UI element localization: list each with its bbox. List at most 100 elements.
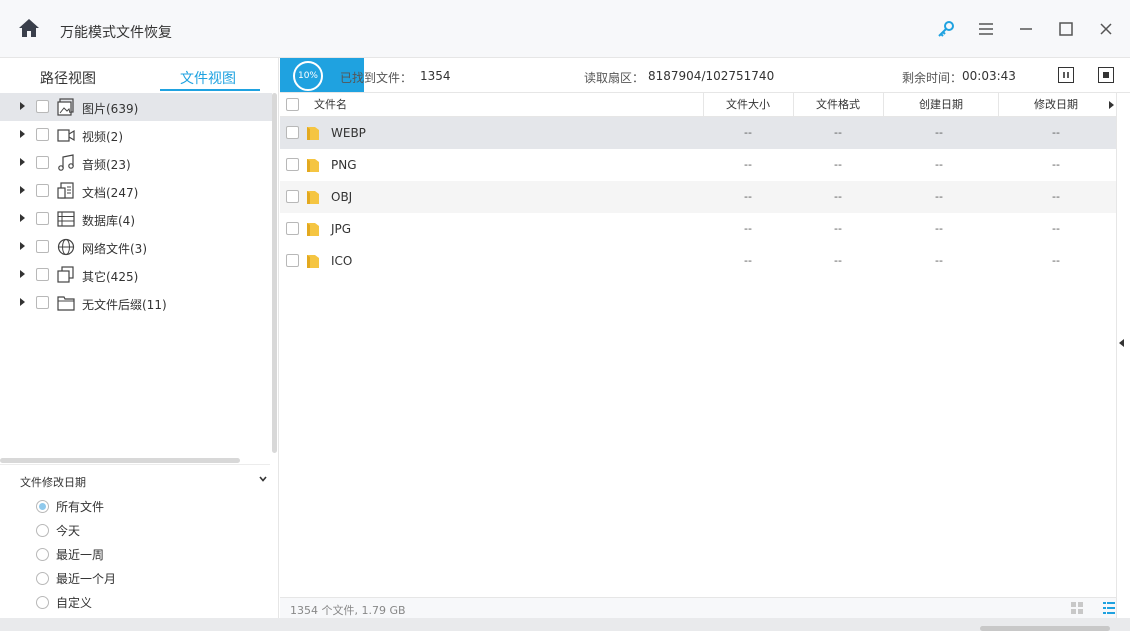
tree-item-documents[interactable]: 文档(247) — [0, 177, 272, 205]
file-modified: -- — [1052, 222, 1060, 235]
column-header-size[interactable]: 文件大小 — [726, 93, 770, 117]
column-divider[interactable] — [793, 93, 794, 117]
home-icon[interactable] — [18, 18, 40, 38]
expand-caret-icon[interactable] — [20, 186, 25, 194]
column-divider[interactable] — [703, 93, 704, 117]
tree-checkbox[interactable] — [36, 156, 49, 169]
radio-label: 今天 — [56, 523, 81, 538]
chevron-down-icon[interactable] — [258, 474, 268, 484]
document-icon — [57, 182, 74, 199]
radio-last-week[interactable]: 最近一周 — [36, 544, 104, 564]
table-row[interactable]: JPG -- -- -- -- — [280, 213, 1116, 245]
column-divider[interactable] — [998, 93, 999, 117]
column-header-name[interactable]: 文件名 — [314, 93, 347, 117]
column-header-created[interactable]: 创建日期 — [919, 93, 963, 117]
filter-title[interactable]: 文件修改日期 — [20, 474, 86, 490]
row-checkbox[interactable] — [286, 222, 299, 235]
tree-item-video[interactable]: 视频(2) — [0, 121, 272, 149]
column-header-modified[interactable]: 修改日期 — [1034, 93, 1078, 117]
tree-item-other[interactable]: 其它(425) — [0, 261, 272, 289]
tree-checkbox[interactable] — [36, 212, 49, 225]
file-summary: 1354 个文件, 1.79 GB — [290, 604, 406, 617]
close-icon — [1100, 23, 1112, 35]
expand-caret-icon[interactable] — [20, 102, 25, 110]
found-files-label: 已找到文件： — [340, 71, 413, 85]
radio-button[interactable] — [36, 571, 49, 585]
tree-checkbox[interactable] — [36, 296, 49, 309]
table-row[interactable]: WEBP -- -- -- -- — [280, 117, 1116, 149]
folder-icon — [307, 255, 319, 268]
column-header-format[interactable]: 文件格式 — [816, 93, 860, 117]
found-files-value: 1354 — [420, 69, 451, 83]
radio-all-files[interactable]: 所有文件 — [36, 496, 104, 516]
radio-button[interactable] — [36, 523, 49, 537]
database-icon — [57, 211, 75, 227]
radio-button[interactable] — [36, 547, 49, 561]
stop-button[interactable] — [1098, 67, 1114, 83]
tree-checkbox[interactable] — [36, 184, 49, 197]
expand-left-icon[interactable] — [1119, 339, 1124, 347]
radio-last-month[interactable]: 最近一个月 — [36, 568, 116, 588]
close-button[interactable] — [1095, 18, 1117, 40]
row-checkbox[interactable] — [286, 158, 299, 171]
divider — [0, 464, 270, 465]
view-tabs: 路径视图 文件视图 — [0, 58, 278, 93]
expand-caret-icon[interactable] — [20, 214, 25, 222]
tree-horizontal-scrollbar[interactable] — [0, 458, 240, 463]
table-row[interactable]: ICO -- -- -- -- — [280, 245, 1116, 277]
folder-icon — [307, 223, 319, 236]
radio-today[interactable]: 今天 — [36, 520, 80, 540]
row-checkbox[interactable] — [286, 190, 299, 203]
table-row[interactable]: PNG -- -- -- -- — [280, 149, 1116, 181]
preview-panel-toggle[interactable] — [1116, 93, 1130, 618]
tree-checkbox[interactable] — [36, 100, 49, 113]
row-checkbox[interactable] — [286, 126, 299, 139]
folder-outline-icon — [57, 296, 75, 311]
tree-item-no-extension[interactable]: 无文件后缀(11) — [0, 289, 272, 317]
left-panel: 路径视图 文件视图 图片(639) 视频(2) 音频(23) 文档(247) 数… — [0, 58, 279, 618]
row-checkbox[interactable] — [286, 254, 299, 267]
tab-path-view[interactable]: 路径视图 — [40, 68, 96, 88]
maximize-button[interactable] — [1055, 18, 1077, 40]
tree-item-database[interactable]: 数据库(4) — [0, 205, 272, 233]
file-format: -- — [834, 254, 842, 267]
table-row[interactable]: OBJ -- -- -- -- — [280, 181, 1116, 213]
expand-caret-icon[interactable] — [20, 298, 25, 306]
tab-file-view[interactable]: 文件视图 — [180, 68, 236, 88]
radio-custom[interactable]: 自定义 — [36, 592, 92, 612]
radio-button[interactable] — [36, 499, 49, 513]
tree-item-audio[interactable]: 音频(23) — [0, 149, 272, 177]
title-bar: 万能模式文件恢复 — [0, 0, 1130, 58]
expand-caret-icon[interactable] — [20, 158, 25, 166]
music-icon — [58, 154, 74, 171]
tree-vertical-scrollbar[interactable] — [272, 93, 277, 453]
menu-button[interactable] — [975, 18, 997, 40]
tree-checkbox[interactable] — [36, 268, 49, 281]
tree-checkbox[interactable] — [36, 240, 49, 253]
file-table-header: 文件名 文件大小 文件格式 创建日期 修改日期 — [280, 93, 1116, 117]
tree-item-images[interactable]: 图片(639) — [0, 93, 272, 121]
tree-item-label: 网络文件(3) — [82, 242, 147, 256]
expand-caret-icon[interactable] — [20, 130, 25, 138]
grid-view-icon[interactable] — [1070, 601, 1084, 615]
file-created: -- — [935, 222, 943, 235]
tree-item-web-files[interactable]: 网络文件(3) — [0, 233, 272, 261]
globe-icon — [57, 238, 75, 256]
bottom-scroll-thumb[interactable] — [980, 626, 1110, 631]
radio-button[interactable] — [36, 595, 49, 609]
tree-checkbox[interactable] — [36, 128, 49, 141]
file-created: -- — [935, 254, 943, 267]
pause-button[interactable] — [1058, 67, 1074, 83]
select-all-checkbox[interactable] — [286, 98, 299, 111]
column-divider[interactable] — [883, 93, 884, 117]
file-modified: -- — [1052, 126, 1060, 139]
key-icon — [938, 21, 954, 37]
expand-caret-icon[interactable] — [20, 242, 25, 250]
minimize-button[interactable] — [1015, 18, 1037, 40]
tree-item-label: 文档(247) — [82, 186, 139, 200]
expand-caret-icon[interactable] — [20, 270, 25, 278]
key-button[interactable] — [935, 18, 957, 40]
scroll-columns-right-icon[interactable] — [1109, 101, 1114, 109]
list-view-icon[interactable] — [1102, 601, 1116, 615]
category-tree: 图片(639) 视频(2) 音频(23) 文档(247) 数据库(4) 网络文件… — [0, 93, 272, 317]
